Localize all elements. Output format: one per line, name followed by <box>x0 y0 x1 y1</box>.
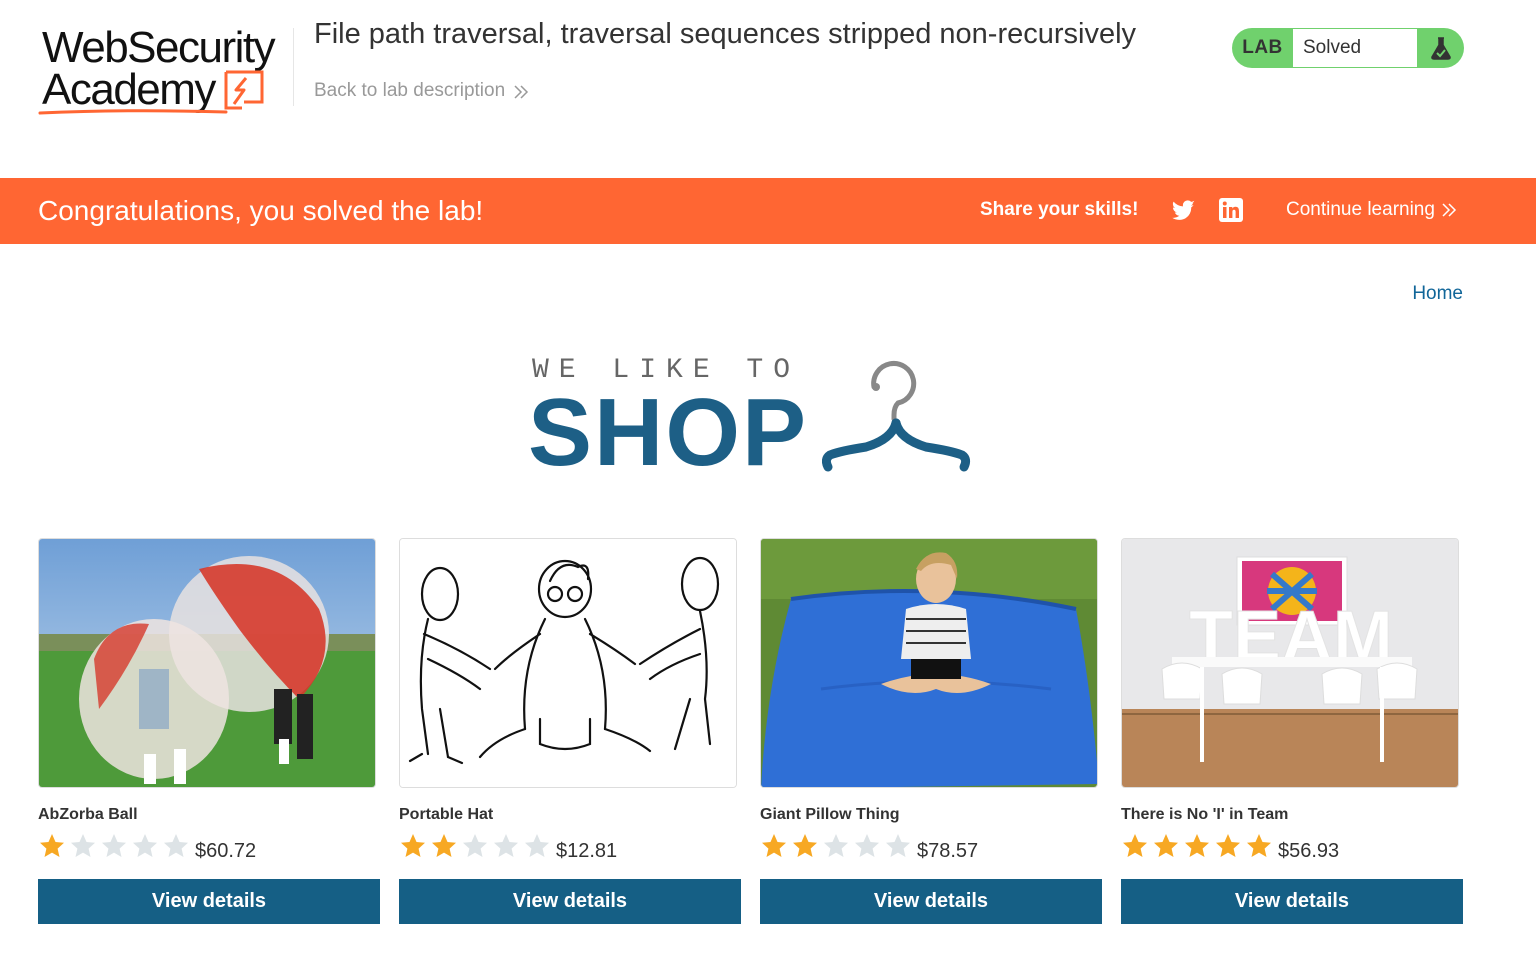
lab-badge: LAB <box>1242 37 1283 58</box>
product-name: Giant Pillow Thing <box>760 806 900 823</box>
product-price: $78.57 <box>917 840 979 862</box>
star-empty-icon <box>855 834 879 857</box>
star-rating <box>760 832 912 860</box>
star-rating <box>38 832 190 860</box>
product-price: $56.93 <box>1278 840 1340 862</box>
lab-title: File path traversal, traversal sequences… <box>314 18 1137 50</box>
product-image-abzorba-ball[interactable] <box>38 538 376 788</box>
continue-learning-label: Continue learning <box>1286 199 1435 220</box>
star-filled-icon <box>432 834 456 857</box>
share-skills-label: Share your skills! <box>980 199 1139 220</box>
star-empty-icon <box>824 834 848 857</box>
home-link[interactable]: Home <box>1412 283 1463 305</box>
logo-underline-icon <box>38 109 228 115</box>
product-grid: AbZorba Ball $60.72 View details Portabl… <box>38 538 1464 928</box>
product-image-giant-pillow-thing[interactable] <box>760 538 1098 788</box>
star-empty-icon <box>164 834 188 857</box>
product-card: AbZorba Ball $60.72 View details <box>38 538 380 924</box>
product-image-no-i-in-team[interactable]: TEAM <box>1121 538 1459 788</box>
star-rating <box>1121 832 1273 860</box>
back-link-label: Back to lab description <box>314 80 506 101</box>
double-chevron-right-icon <box>514 85 529 99</box>
star-empty-icon <box>463 834 487 857</box>
logo-text-line2: Academy <box>42 65 216 114</box>
back-to-lab-description-link[interactable]: Back to lab description <box>314 80 529 102</box>
star-empty-icon <box>133 834 157 857</box>
double-chevron-right-icon <box>1442 203 1457 217</box>
page-header: WebSecurity Academy File path traversal,… <box>0 0 1536 178</box>
view-details-button[interactable]: View details <box>399 879 741 924</box>
websecurity-academy-logo[interactable]: WebSecurity Academy <box>38 22 294 122</box>
star-empty-icon <box>71 834 95 857</box>
product-card: Giant Pillow Thing $78.57 View details <box>760 538 1102 924</box>
solved-banner: Congratulations, you solved the lab! Sha… <box>0 178 1536 244</box>
we-like-to-shop-hero: WE LIKE TO SHOP <box>520 355 980 485</box>
twitter-icon[interactable] <box>1170 199 1196 223</box>
view-details-button[interactable]: View details <box>38 879 380 924</box>
star-filled-icon <box>1154 834 1178 857</box>
congratulations-message: Congratulations, you solved the lab! <box>38 195 484 226</box>
hero-title: SHOP <box>528 379 809 486</box>
logo-text-line1: WebSecurity <box>42 23 276 72</box>
product-name: There is No 'I' in Team <box>1121 806 1289 823</box>
star-filled-icon <box>1216 834 1240 857</box>
logo-bolt-icon <box>224 70 264 110</box>
product-name: Portable Hat <box>399 806 494 823</box>
product-card: TEAM There is No 'I' in Team $56.93 View… <box>1121 538 1463 924</box>
flask-icon <box>1417 28 1464 68</box>
continue-learning-link[interactable]: Continue learning <box>1286 199 1457 221</box>
header-divider <box>293 28 294 106</box>
lab-status-text: Solved <box>1293 29 1417 67</box>
view-details-button[interactable]: View details <box>1121 879 1463 924</box>
product-image-portable-hat[interactable] <box>399 538 737 788</box>
star-filled-icon <box>401 834 425 857</box>
star-filled-icon <box>1185 834 1209 857</box>
product-card: Portable Hat $12.81 View details <box>399 538 741 924</box>
hanger-icon <box>822 360 971 472</box>
star-filled-icon <box>40 834 64 857</box>
star-filled-icon <box>1123 834 1147 857</box>
star-empty-icon <box>525 834 549 857</box>
star-filled-icon <box>762 834 786 857</box>
star-empty-icon <box>494 834 518 857</box>
star-empty-icon <box>102 834 126 857</box>
lab-status-widget: LAB Solved <box>1232 28 1464 68</box>
star-filled-icon <box>793 834 817 857</box>
product-name: AbZorba Ball <box>38 806 138 823</box>
star-rating <box>399 832 551 860</box>
star-empty-icon <box>886 834 910 857</box>
view-details-button[interactable]: View details <box>760 879 1102 924</box>
star-filled-icon <box>1247 834 1271 857</box>
linkedin-icon[interactable] <box>1219 198 1243 222</box>
product-price: $60.72 <box>195 840 257 862</box>
product-price: $12.81 <box>556 840 618 862</box>
